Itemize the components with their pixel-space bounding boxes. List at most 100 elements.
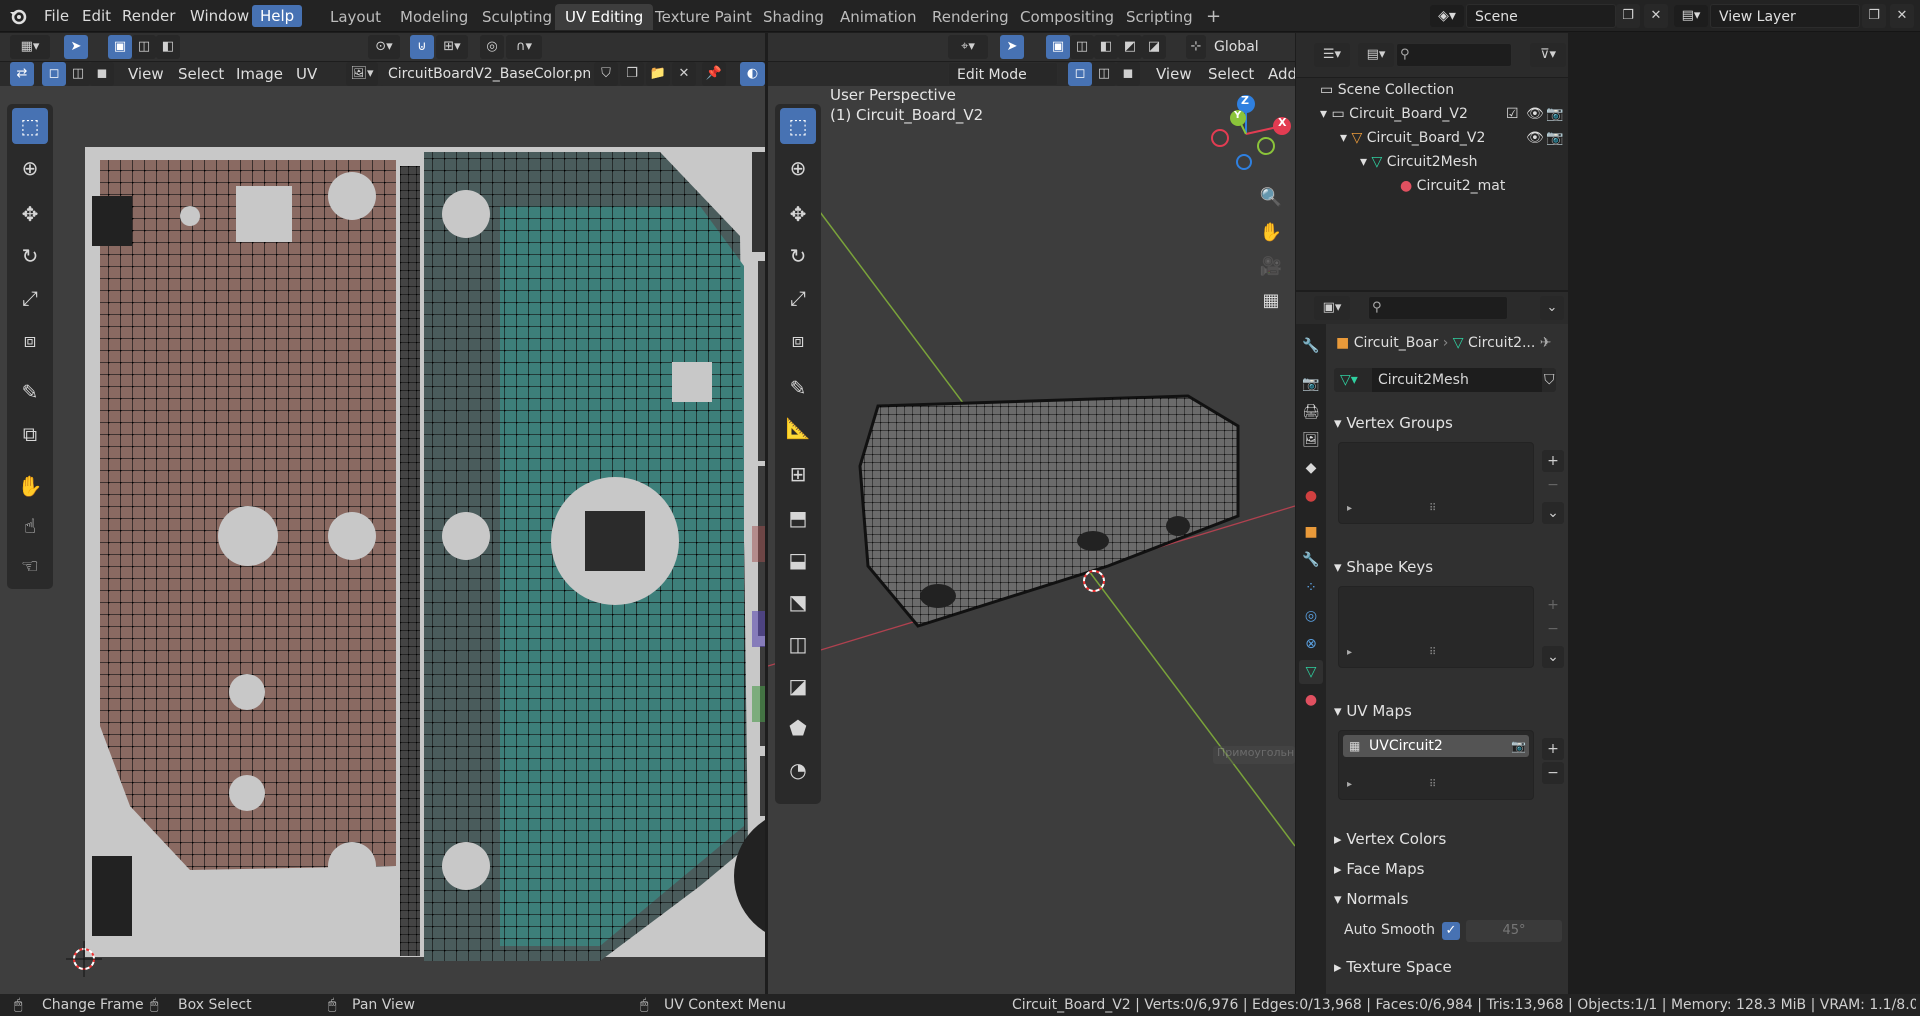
fake-user-shield-icon[interactable]: ⛉ bbox=[594, 62, 618, 86]
face-mode-icon[interactable]: ◼ bbox=[1116, 62, 1140, 86]
tab-texture-paint[interactable]: Texture Paint bbox=[645, 4, 762, 30]
vp-tool-annotate-icon[interactable]: ✎ bbox=[780, 370, 816, 406]
menu-help[interactable]: Help bbox=[252, 5, 303, 27]
vp-tool-spin-icon[interactable]: ◔ bbox=[780, 752, 816, 788]
auto-smooth-angle-field[interactable]: 45° bbox=[1466, 920, 1562, 942]
pin-icon[interactable]: 📌 bbox=[702, 62, 726, 86]
properties-options-icon[interactable]: ⌄ bbox=[1540, 296, 1564, 320]
select-mode-subtract-icon[interactable]: ◧ bbox=[156, 35, 180, 59]
3d-viewport[interactable]: User Perspective (1) Circuit_Board_V2 Z … bbox=[768, 86, 1295, 994]
editor-type-icon[interactable]: ▦▾ bbox=[10, 35, 50, 59]
select-tool-icon[interactable]: ➤ bbox=[64, 35, 88, 59]
uv-maps-list[interactable]: ▦ UVCircuit2 📷 ▸ ⠿ bbox=[1338, 730, 1534, 800]
vp-tool-move-icon[interactable]: ✥ bbox=[780, 196, 816, 232]
shape-key-specials-icon[interactable]: ⌄ bbox=[1542, 646, 1564, 668]
tool-scale-icon[interactable]: ⤢ bbox=[12, 280, 48, 316]
filter-icon[interactable]: ⊽▾ bbox=[1530, 43, 1566, 67]
add-workspace-button[interactable]: + bbox=[1196, 4, 1231, 30]
viewport-select-tool-icon[interactable]: ➤ bbox=[1000, 35, 1024, 59]
list-expand-icon[interactable]: ▸ bbox=[1347, 647, 1352, 658]
tool-cursor-icon[interactable]: ⊕ bbox=[12, 150, 48, 186]
viewport-pan-icon[interactable]: ✋ bbox=[1256, 218, 1286, 248]
tab-rendering[interactable]: Rendering bbox=[922, 4, 1019, 30]
add-vertex-group-button[interactable]: + bbox=[1542, 450, 1564, 472]
tool-rip-icon[interactable]: ⧉ bbox=[12, 416, 48, 452]
viewport-zoom-icon[interactable]: 🔍 bbox=[1256, 183, 1286, 213]
uv-menu-select[interactable]: Select bbox=[174, 62, 228, 86]
tab-layout[interactable]: Layout bbox=[320, 4, 391, 30]
expand-arrow-icon[interactable]: ▾ bbox=[1340, 130, 1351, 146]
viewport-select-extend-icon[interactable]: ◫ bbox=[1070, 35, 1094, 59]
snap-target-icon[interactable]: ⊞▾ bbox=[436, 35, 468, 59]
tab-scripting[interactable]: Scripting bbox=[1116, 4, 1203, 30]
uv-menu-image[interactable]: Image bbox=[232, 62, 287, 86]
outliner-row[interactable]: ● Circuit2_mat bbox=[1296, 174, 1568, 198]
uv-map-item[interactable]: ▦ UVCircuit2 📷 bbox=[1343, 735, 1529, 757]
tool-relax-icon[interactable]: ☝ bbox=[12, 508, 48, 544]
vp-tool-cursor-icon[interactable]: ⊕ bbox=[780, 150, 816, 186]
list-expand-icon[interactable]: ▸ bbox=[1347, 503, 1352, 514]
output-tab-icon[interactable]: 🖨 bbox=[1299, 400, 1323, 424]
menu-render[interactable]: Render bbox=[114, 5, 183, 27]
viewport-select-intersect-icon[interactable]: ◪ bbox=[1142, 35, 1166, 59]
mode-dropdown[interactable]: Edit Mode bbox=[948, 62, 1058, 86]
select-mode-new-icon[interactable]: ▣ bbox=[108, 35, 132, 59]
outliner-row[interactable]: ▾ ▭ Circuit_Board_V2 ☑ 👁 📷 bbox=[1296, 102, 1568, 126]
vp-tool-poly-build-icon[interactable]: ⬟ bbox=[780, 710, 816, 746]
display-mode-icon[interactable]: ▤▾ bbox=[1358, 43, 1394, 67]
vp-tool-extrude-icon[interactable]: ⬒ bbox=[780, 500, 816, 536]
open-image-folder-icon[interactable]: 📁 bbox=[646, 62, 670, 86]
outliner-row[interactable]: ▭ Scene Collection bbox=[1296, 78, 1568, 102]
outliner-row[interactable]: ▾ ▽ Circuit2Mesh bbox=[1296, 150, 1568, 174]
scene-icon[interactable]: ◈▾ bbox=[1430, 5, 1464, 27]
uv-maps-panel-header[interactable]: ▾ UV Maps bbox=[1334, 698, 1562, 724]
outliner-editor-type-icon[interactable]: ☰▾ bbox=[1314, 43, 1350, 67]
uv-sync-icon[interactable]: ⇄ bbox=[10, 62, 34, 86]
vp-tool-transform-icon[interactable]: ⧈ bbox=[780, 322, 816, 358]
modifier-tab-icon[interactable]: 🔧 bbox=[1299, 548, 1323, 572]
face-select-icon[interactable]: ◼ bbox=[90, 62, 114, 86]
delete-view-layer-icon[interactable]: ✕ bbox=[1890, 4, 1914, 28]
vp-tool-inset-icon[interactable]: ⬓ bbox=[780, 542, 816, 578]
tool-transform-icon[interactable]: ⧈ bbox=[12, 322, 48, 358]
tab-compositing[interactable]: Compositing bbox=[1010, 4, 1124, 30]
edge-select-icon[interactable]: ◫ bbox=[66, 62, 90, 86]
view-layer-tab-icon[interactable]: 🖼 bbox=[1299, 428, 1323, 452]
transform-orientation-icon[interactable]: ⊹ bbox=[1186, 35, 1206, 59]
menu-file[interactable]: File bbox=[36, 5, 77, 27]
remove-uv-map-button[interactable]: − bbox=[1542, 762, 1564, 784]
outliner-row[interactable]: ▾ ▽ Circuit_Board_V2 👁 📷 bbox=[1296, 126, 1568, 150]
vertex-groups-panel-header[interactable]: ▾ Vertex Groups bbox=[1334, 410, 1562, 436]
render-camera-icon[interactable]: 📷 bbox=[1546, 102, 1563, 126]
image-name-field[interactable]: CircuitBoardV2_BaseColor.png bbox=[380, 62, 590, 86]
tab-shading[interactable]: Shading bbox=[753, 4, 834, 30]
new-scene-icon[interactable]: ❐ bbox=[1616, 4, 1640, 28]
viewport-menu-add[interactable]: Add bbox=[1264, 62, 1295, 86]
tool-grab-icon[interactable]: ✋ bbox=[12, 468, 48, 504]
tool-select-box-icon[interactable]: ⬚ bbox=[12, 108, 48, 144]
vertex-group-specials-icon[interactable]: ⌄ bbox=[1542, 502, 1564, 524]
falloff-icon[interactable]: ∩▾ bbox=[506, 35, 542, 59]
list-expand-icon[interactable]: ▸ bbox=[1347, 779, 1352, 790]
vertex-groups-list[interactable]: ▸ ⠿ bbox=[1338, 442, 1534, 524]
add-uv-map-button[interactable]: + bbox=[1542, 738, 1564, 760]
uv-editor-canvas[interactable]: ⬚ ⊕ ✥ ↻ ⤢ ⧈ ✎ ⧉ ✋ ☝ ☜ 🔍 ✋ bbox=[0, 86, 918, 994]
edge-mode-icon[interactable]: ◫ bbox=[1092, 62, 1116, 86]
viewport-select-subtract-icon[interactable]: ◧ bbox=[1094, 35, 1118, 59]
viewport-select-invert-icon[interactable]: ◩ bbox=[1118, 35, 1142, 59]
tool-pinch-icon[interactable]: ☜ bbox=[12, 548, 48, 584]
object-tab-icon[interactable]: ■ bbox=[1299, 520, 1323, 544]
uv-menu-uv[interactable]: UV bbox=[292, 62, 321, 86]
properties-search-input[interactable] bbox=[1368, 296, 1508, 320]
vp-tool-rotate-icon[interactable]: ↻ bbox=[780, 238, 816, 274]
tab-animation[interactable]: Animation bbox=[830, 4, 926, 30]
vp-tool-measure-icon[interactable]: 📐 bbox=[780, 410, 816, 446]
list-resize-handle-icon[interactable]: ⠿ bbox=[1429, 647, 1436, 658]
vp-tool-select-icon[interactable]: ⬚ bbox=[780, 108, 816, 144]
render-tab-icon[interactable]: 📷 bbox=[1299, 372, 1323, 396]
normals-panel-header[interactable]: ▾ Normals bbox=[1334, 886, 1562, 912]
vp-tool-loop-cut-icon[interactable]: ◫ bbox=[780, 626, 816, 662]
properties-editor-type-icon[interactable]: ▣▾ bbox=[1314, 296, 1350, 320]
particles-tab-icon[interactable]: ⁘ bbox=[1299, 576, 1323, 600]
material-tab-icon[interactable]: ● bbox=[1299, 688, 1323, 712]
